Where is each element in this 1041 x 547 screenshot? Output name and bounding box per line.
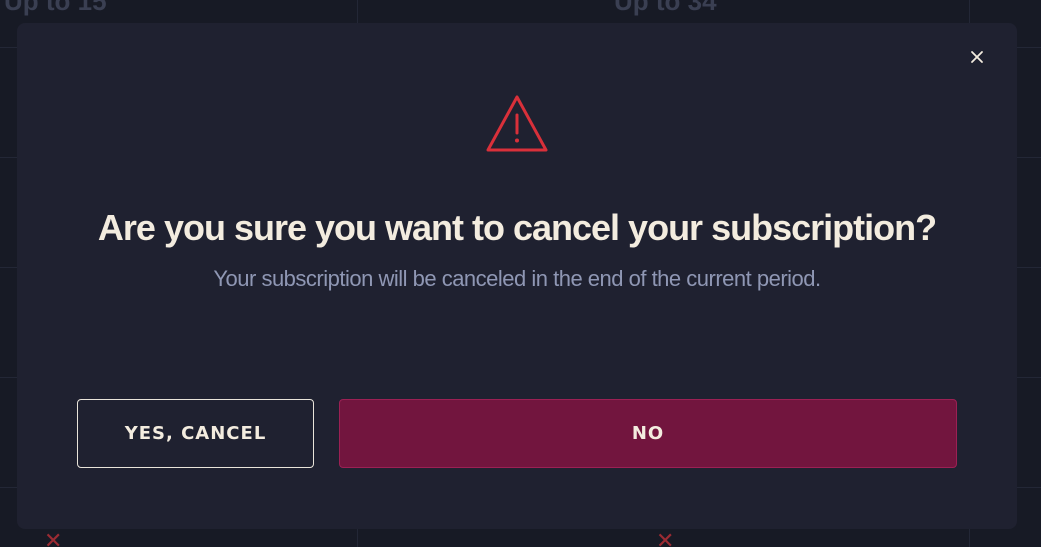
dialog-title: Are you sure you want to cancel your sub…	[97, 207, 937, 248]
no-button[interactable]: NO	[339, 399, 957, 468]
unavailable-x-icon: ✕	[44, 528, 63, 547]
plan-limit-text: Up to 15	[4, 0, 107, 16]
unavailable-x-icon: ✕	[656, 528, 675, 547]
warning-triangle-icon	[486, 95, 548, 152]
cancel-subscription-dialog: Are you sure you want to cancel your sub…	[17, 23, 1017, 529]
plan-limit-text: Up to 34	[614, 0, 717, 16]
dialog-subtitle: Your subscription will be canceled in th…	[213, 266, 821, 291]
close-icon	[971, 51, 983, 63]
close-button[interactable]	[967, 47, 987, 67]
yes-cancel-button[interactable]: YES, CANCEL	[77, 399, 314, 468]
